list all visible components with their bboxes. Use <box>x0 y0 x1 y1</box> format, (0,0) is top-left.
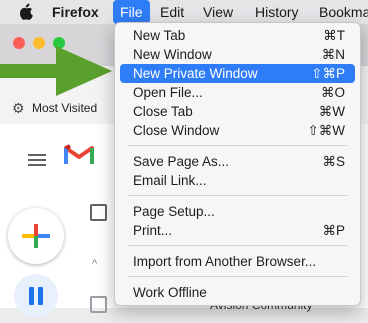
apple-logo-icon[interactable] <box>19 1 35 21</box>
menu-item-new-window[interactable]: New Window ⌘N <box>120 45 355 64</box>
menu-item-new-private-window[interactable]: New Private Window ⇧⌘P <box>120 64 355 83</box>
menu-history[interactable]: History <box>248 0 306 24</box>
plus-icon <box>22 224 50 248</box>
menu-item-open-file[interactable]: Open File... ⌘O <box>120 83 355 102</box>
file-menu-dropdown: New Tab ⌘T New Window ⌘N New Private Win… <box>114 22 361 306</box>
menu-file[interactable]: File <box>113 0 150 24</box>
menu-item-page-setup[interactable]: Page Setup... <box>120 202 355 221</box>
menu-separator <box>128 245 347 246</box>
menu-item-close-window[interactable]: Close Window ⇧⌘W <box>120 121 355 140</box>
menu-edit[interactable]: Edit <box>153 0 191 24</box>
hamburger-menu-icon[interactable] <box>28 154 46 166</box>
menu-view[interactable]: View <box>196 0 240 24</box>
menu-item-work-offline[interactable]: Work Offline <box>120 283 355 302</box>
menu-item-save-page-as[interactable]: Save Page As... ⌘S <box>120 152 355 171</box>
gmail-logo-icon <box>64 144 94 164</box>
select-all-checkbox[interactable] <box>90 204 107 221</box>
menu-item-email-link[interactable]: Email Link... <box>120 171 355 190</box>
row-checkbox[interactable] <box>90 296 107 313</box>
menu-item-import-from-another-browser[interactable]: Import from Another Browser... <box>120 252 355 271</box>
pause-icon <box>29 287 43 305</box>
menu-item-print[interactable]: Print... ⌘P <box>120 221 355 240</box>
menu-separator <box>128 145 347 146</box>
gear-icon: ⚙ <box>12 100 25 116</box>
green-arrow-icon <box>0 46 112 96</box>
most-visited-bookmark[interactable]: Most Visited <box>32 101 97 115</box>
menu-separator <box>128 276 347 277</box>
menu-bar: Firefox File Edit View History Bookma <box>0 0 368 24</box>
menu-item-new-tab[interactable]: New Tab ⌘T <box>120 26 355 45</box>
menu-item-close-tab[interactable]: Close Tab ⌘W <box>120 102 355 121</box>
menu-separator <box>128 195 347 196</box>
menu-firefox[interactable]: Firefox <box>45 0 106 24</box>
menu-bookmarks[interactable]: Bookma <box>312 0 368 24</box>
compose-button[interactable] <box>8 208 64 264</box>
meet-button[interactable] <box>14 274 58 318</box>
chevron-up-icon[interactable]: ^ <box>92 258 97 270</box>
